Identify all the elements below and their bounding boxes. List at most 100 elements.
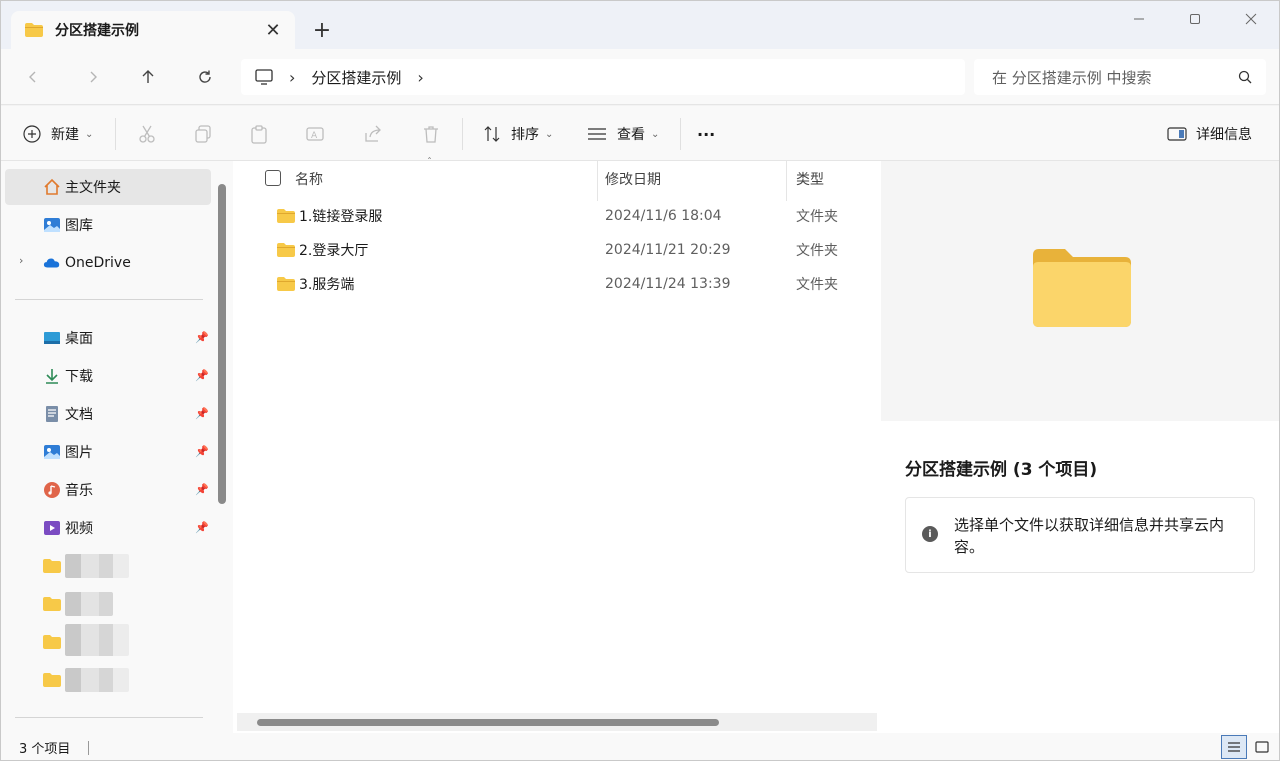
details-view-icon — [1228, 742, 1240, 752]
sidebar-item-downloads[interactable]: 下载 📌 — [5, 358, 211, 394]
sidebar-item-folder[interactable] — [5, 624, 211, 660]
share-button[interactable] — [363, 118, 383, 150]
sidebar-item-home[interactable]: 主文件夹 — [5, 169, 211, 205]
sidebar-item-pictures[interactable]: 图片 📌 — [5, 434, 211, 470]
details-pane-button[interactable]: 详细信息 — [1167, 118, 1252, 150]
maximize-icon — [1190, 14, 1200, 24]
documents-icon — [46, 406, 58, 422]
breadcrumb-chevron[interactable]: › — [417, 68, 423, 87]
up-button[interactable] — [132, 61, 164, 93]
column-header-name[interactable]: 名称 — [295, 169, 323, 189]
file-name: 1.链接登录服 — [299, 209, 383, 225]
pin-icon[interactable]: 📌 — [195, 483, 209, 496]
cut-button[interactable] — [137, 118, 157, 150]
column-header-date[interactable]: 修改日期 — [605, 169, 661, 189]
chevron-down-icon: ⌄ — [651, 128, 660, 140]
column-divider[interactable] — [597, 161, 598, 201]
sidebar-item-folder[interactable] — [5, 548, 211, 584]
table-row[interactable]: 3.服务端 2024/11/24 13:39 文件夹 — [263, 267, 863, 301]
pin-icon[interactable]: 📌 — [195, 445, 209, 458]
select-all-checkbox[interactable] — [265, 170, 281, 186]
new-tab-button[interactable]: + — [307, 15, 337, 45]
folder-icon — [277, 209, 295, 223]
info-box: i 选择单个文件以获取详细信息并共享云内容。 — [905, 497, 1255, 573]
back-button[interactable] — [17, 61, 49, 93]
folder-icon — [43, 635, 61, 649]
pin-icon[interactable]: 📌 — [195, 331, 209, 344]
maximize-button[interactable] — [1167, 1, 1223, 37]
sidebar-item-desktop[interactable]: 桌面 📌 — [5, 320, 211, 356]
this-pc-icon — [255, 69, 273, 85]
sort-ascending-icon: ˆ — [427, 157, 432, 168]
horizontal-scrollbar[interactable] — [257, 719, 719, 726]
details-view-button[interactable] — [1221, 735, 1247, 759]
large-folder-icon — [1033, 249, 1131, 327]
sidebar-item-label: 下载 — [65, 369, 93, 385]
sidebar-item-documents[interactable]: 文档 📌 — [5, 396, 211, 432]
delete-button[interactable] — [421, 118, 441, 150]
chevron-right-icon[interactable]: › — [19, 254, 23, 267]
tab-active[interactable]: 分区搭建示例 ✕ — [11, 11, 295, 49]
forward-arrow-icon — [90, 71, 97, 83]
sidebar-item-folder[interactable] — [5, 586, 211, 622]
sidebar-item-onedrive[interactable]: › OneDrive — [5, 245, 211, 281]
address-bar[interactable]: › 分区搭建示例 › — [241, 59, 965, 95]
info-text: 选择单个文件以获取详细信息并共享云内容。 — [954, 516, 1225, 556]
sidebar-item-folder[interactable] — [5, 662, 211, 698]
column-header-type[interactable]: 类型 — [796, 169, 824, 189]
tiles-view-icon — [1255, 741, 1269, 753]
file-date: 2024/11/21 20:29 — [605, 242, 731, 258]
paste-button[interactable] — [249, 118, 269, 150]
forward-button[interactable] — [77, 61, 109, 93]
column-divider[interactable] — [786, 161, 787, 201]
search-box[interactable]: 在 分区搭建示例 中搜索 — [974, 59, 1266, 95]
breadcrumb-current[interactable]: 分区搭建示例 — [311, 67, 401, 88]
svg-text:A: A — [311, 131, 318, 141]
rename-icon: A — [306, 127, 324, 141]
sidebar-item-label: 图片 — [65, 445, 93, 461]
folder-icon — [43, 559, 61, 573]
folder-icon — [43, 673, 61, 687]
details-pane-icon — [1167, 127, 1187, 141]
sidebar-divider — [15, 299, 203, 300]
folder-icon — [43, 597, 61, 611]
view-lines-icon — [588, 128, 606, 140]
sidebar-item-label: 图库 — [65, 218, 93, 234]
search-input[interactable]: 在 分区搭建示例 中搜索 — [992, 67, 1238, 88]
close-icon — [1245, 13, 1257, 25]
pin-icon[interactable]: 📌 — [195, 369, 209, 382]
tiles-view-button[interactable] — [1249, 735, 1275, 759]
sidebar-item-videos[interactable]: 视频 📌 — [5, 510, 211, 546]
table-row[interactable]: 2.登录大厅 2024/11/21 20:29 文件夹 — [263, 233, 863, 267]
sidebar-item-label: 桌面 — [65, 331, 93, 347]
sidebar-item-label: OneDrive — [65, 255, 131, 271]
sidebar-item-label: 音乐 — [65, 483, 93, 499]
sidebar-item-gallery[interactable]: 图库 — [5, 207, 211, 243]
command-bar: 新建 ⌄ A 排序 ⌄ 查看 ⌄ ··· 详细信息 — [1, 106, 1279, 161]
table-row[interactable]: 1.链接登录服 2024/11/6 18:04 文件夹 — [263, 199, 863, 233]
divider — [462, 118, 463, 150]
sort-button[interactable]: 排序 ⌄ — [483, 118, 553, 150]
refresh-button[interactable] — [189, 61, 221, 93]
file-name: 3.服务端 — [299, 277, 355, 293]
file-type: 文件夹 — [796, 243, 838, 259]
file-type: 文件夹 — [796, 277, 838, 293]
sidebar-item-music[interactable]: 音乐 📌 — [5, 472, 211, 508]
breadcrumb-separator[interactable]: › — [289, 68, 295, 87]
minimize-button[interactable] — [1111, 1, 1167, 37]
view-button[interactable]: 查看 ⌄ — [587, 118, 659, 150]
sidebar-scrollbar[interactable] — [218, 184, 226, 504]
rename-button[interactable]: A — [305, 118, 327, 150]
tab-close-button[interactable]: ✕ — [259, 16, 287, 44]
gallery-icon — [44, 218, 60, 232]
close-window-button[interactable] — [1223, 1, 1279, 37]
info-icon: i — [922, 526, 938, 542]
pin-icon[interactable]: 📌 — [195, 407, 209, 420]
pin-icon[interactable]: 📌 — [195, 521, 209, 534]
more-options-button[interactable]: ··· — [697, 118, 715, 150]
status-bar: 3 个项目 — [1, 733, 1279, 760]
copy-button[interactable] — [193, 118, 213, 150]
chevron-down-icon: ⌄ — [545, 128, 554, 140]
plus-circle-icon — [23, 125, 41, 143]
new-button[interactable]: 新建 ⌄ — [23, 118, 93, 150]
